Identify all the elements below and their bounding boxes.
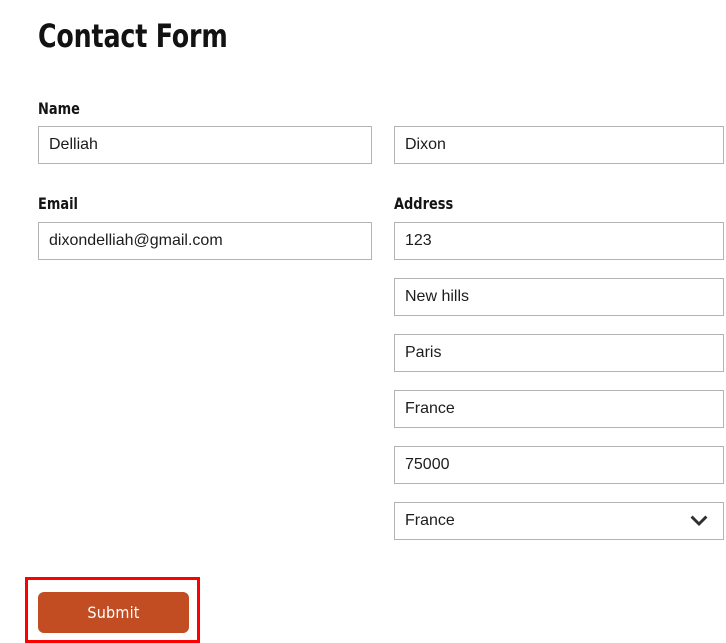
email-input[interactable] (38, 222, 372, 260)
contact-form-page: Contact Form Name Email Address France S… (0, 0, 726, 643)
postal-code-input[interactable] (394, 446, 724, 484)
city-input[interactable] (394, 334, 724, 372)
country-select-value: France (405, 512, 455, 529)
page-title: Contact Form (38, 17, 228, 55)
last-name-input[interactable] (394, 126, 724, 164)
region-input[interactable] (394, 390, 724, 428)
submit-button[interactable]: Submit (38, 592, 189, 633)
address-line2-input[interactable] (394, 278, 724, 316)
first-name-input[interactable] (38, 126, 372, 164)
name-label: Name (38, 99, 80, 118)
chevron-down-icon (690, 515, 708, 527)
address-label: Address (394, 194, 454, 213)
email-label: Email (38, 194, 78, 213)
country-select[interactable]: France (394, 502, 724, 540)
country-select-box[interactable]: France (394, 502, 724, 540)
address-line1-input[interactable] (394, 222, 724, 260)
